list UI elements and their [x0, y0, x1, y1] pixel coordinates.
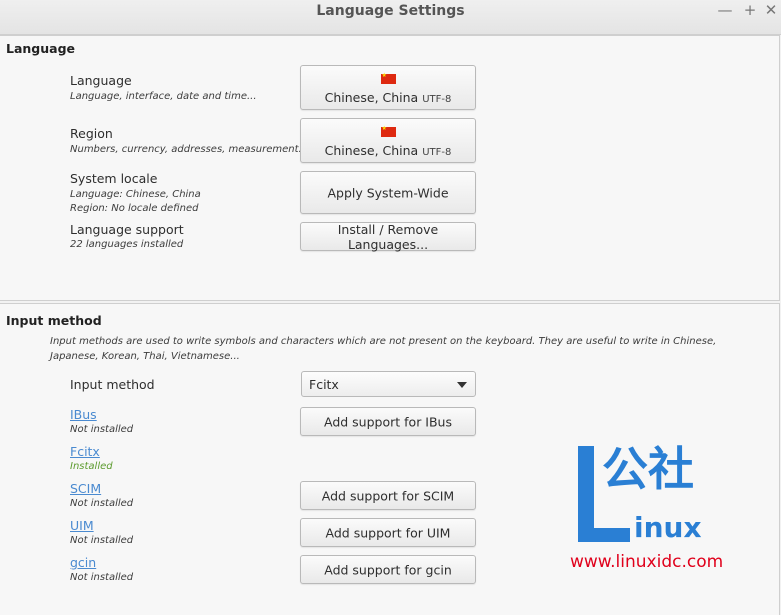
apply-system-wide-button[interactable]: Apply System-Wide: [300, 171, 476, 214]
dropdown-arrow-icon: [457, 382, 467, 388]
add-ibus-button[interactable]: Add support for IBus: [300, 407, 476, 436]
install-remove-languages-label: Install / Remove Languages...: [337, 221, 439, 252]
input-method-section-title: Input method: [6, 313, 102, 328]
watermark-url: www.linuxidc.com: [570, 552, 724, 572]
china-flag-icon: [380, 72, 396, 84]
add-scim-label: Add support for SCIM: [321, 488, 455, 503]
input-method-description: Input methods are used to write symbols …: [50, 336, 717, 362]
fcitx-link[interactable]: Fcitx: [70, 444, 100, 459]
language-sublabel: Language, interface, date and time...: [70, 91, 257, 102]
title-bar: Language Settings — + ✕: [0, 0, 781, 35]
gcin-link[interactable]: gcin: [70, 555, 96, 570]
system-locale-language: Language: Chinese, China: [70, 189, 201, 200]
scim-link[interactable]: SCIM: [70, 481, 101, 496]
region-label: Region: [70, 126, 113, 141]
gcin-status: Not installed: [70, 572, 134, 583]
apply-system-wide-label: Apply System-Wide: [327, 185, 449, 200]
language-encoding: UTF-8: [422, 93, 452, 105]
system-locale-region: Region: No locale defined: [70, 203, 199, 214]
ibus-status: Not installed: [70, 424, 134, 435]
close-button[interactable]: ✕: [762, 1, 780, 19]
system-locale-label: System locale: [70, 171, 158, 186]
language-support-label: Language support: [70, 222, 184, 237]
input-method-dropdown[interactable]: Fcitx: [301, 371, 476, 397]
add-uim-button[interactable]: Add support for UIM: [300, 518, 476, 547]
region-button[interactable]: Chinese, ChinaUTF-8: [300, 118, 476, 163]
language-button[interactable]: Chinese, ChinaUTF-8: [300, 65, 476, 110]
language-section: Language Language Language, interface, d…: [0, 35, 780, 301]
china-flag-icon: [380, 125, 396, 137]
language-support-sublabel: 22 languages installed: [70, 239, 184, 250]
region-sublabel: Numbers, currency, addresses, measuremen…: [70, 144, 309, 155]
input-method-label: Input method: [70, 377, 155, 392]
add-gcin-label: Add support for gcin: [324, 562, 452, 577]
uim-status: Not installed: [70, 535, 134, 546]
install-remove-languages-button[interactable]: Install / Remove Languages...: [300, 221, 476, 252]
minimize-button[interactable]: —: [716, 1, 734, 19]
linuxidc-watermark: 公社 inux www.linuxidc.com: [568, 440, 778, 580]
region-button-label: Chinese, China: [324, 142, 419, 158]
language-button-label: Chinese, China: [324, 89, 419, 105]
add-gcin-button[interactable]: Add support for gcin: [300, 555, 476, 584]
scim-status: Not installed: [70, 498, 134, 509]
add-scim-button[interactable]: Add support for SCIM: [300, 481, 476, 510]
watermark-inux: inux: [634, 511, 702, 544]
language-section-title: Language: [6, 41, 76, 56]
add-uim-label: Add support for UIM: [325, 525, 451, 540]
language-label: Language: [70, 73, 132, 88]
uim-link[interactable]: UIM: [70, 518, 94, 533]
fcitx-status: Installed: [70, 461, 113, 472]
region-encoding: UTF-8: [422, 146, 452, 158]
window-title: Language Settings: [316, 3, 465, 19]
ibus-link[interactable]: IBus: [70, 407, 97, 422]
input-method-selected: Fcitx: [309, 377, 339, 392]
add-ibus-label: Add support for IBus: [324, 414, 452, 429]
maximize-button[interactable]: +: [741, 1, 759, 19]
watermark-chinese: 公社: [602, 442, 694, 496]
